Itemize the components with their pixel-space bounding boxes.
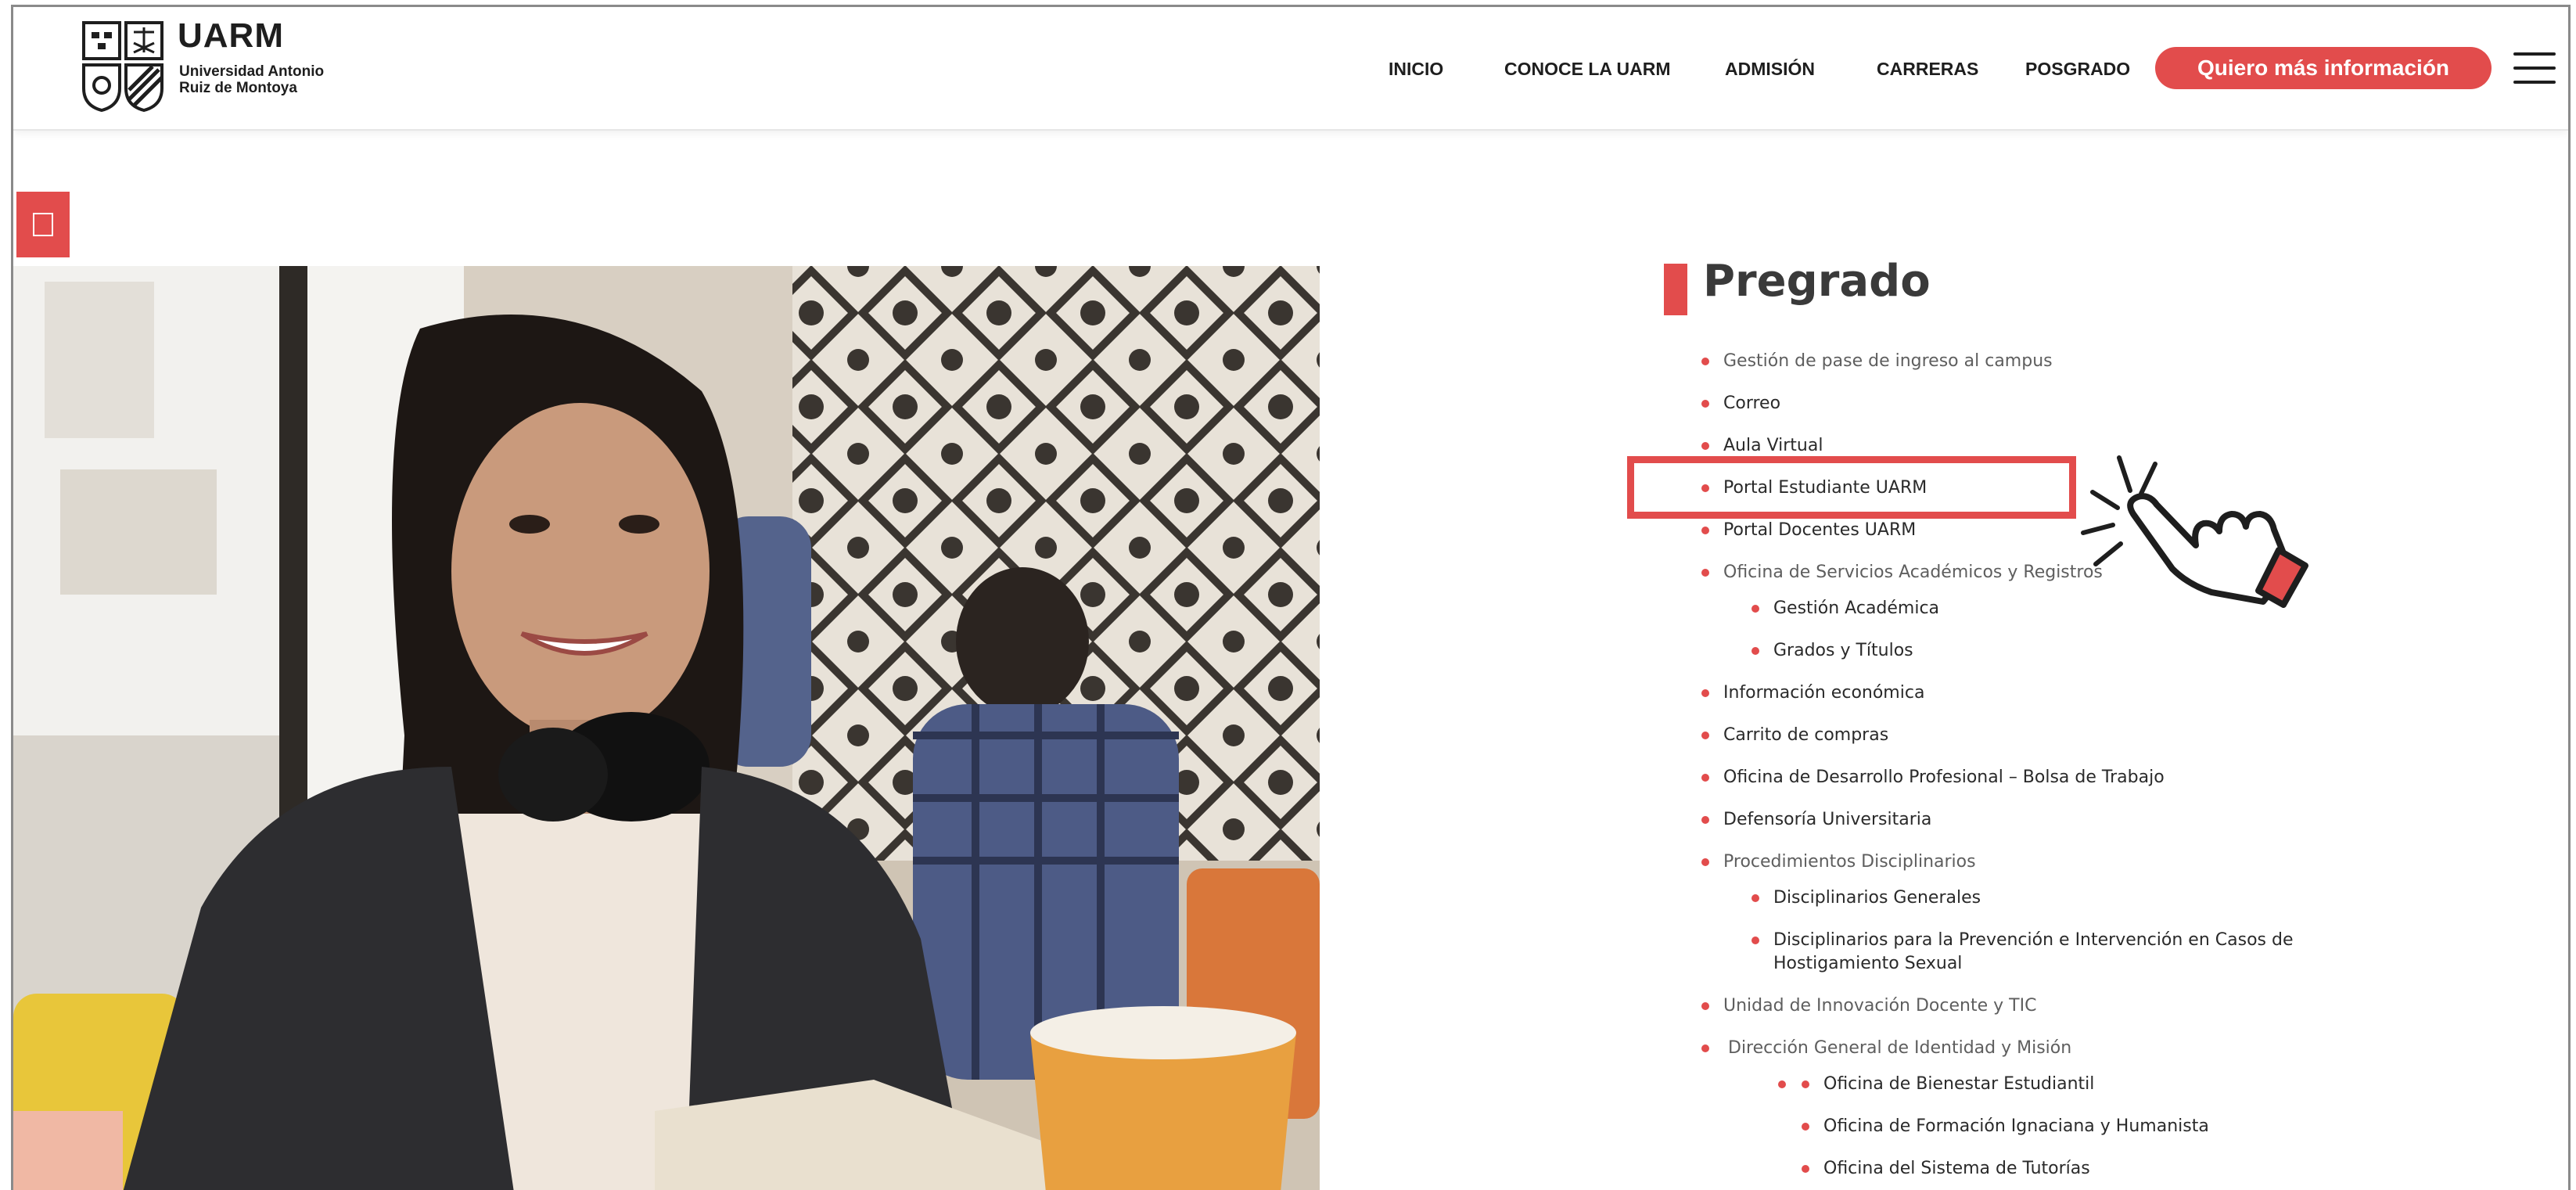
bullet-icon (1751, 894, 1759, 902)
bullet-icon (1701, 1044, 1709, 1052)
bullet-icon (1802, 1080, 1809, 1088)
bullet-icon (1701, 358, 1709, 365)
bullet-icon (1701, 400, 1709, 408)
bullet-icon (1701, 774, 1709, 782)
list-subitem[interactable]: Oficina de Bienestar Estudiantil (1802, 1074, 2094, 1094)
list-item[interactable]: Unidad de Innovación Docente y TIC (1701, 996, 2036, 1016)
list-item[interactable]: Oficina de Desarrollo Profesional – Bols… (1701, 768, 2165, 787)
bullet-icon (1778, 1080, 1786, 1088)
list-item[interactable]: Gestión de pase de ingreso al campus (1701, 351, 2053, 371)
list-item[interactable]: Portal Docentes UARM (1701, 520, 1916, 540)
bullet-icon (1751, 605, 1759, 613)
list-item[interactable]: Defensoría Universitaria (1701, 810, 1931, 829)
section-title-accent (1664, 264, 1687, 315)
bullet-icon (1701, 689, 1709, 697)
list-subitem[interactable]: Oficina del Sistema de Tutorías (1802, 1159, 2090, 1178)
info-request-button[interactable]: Quiero más información (2155, 47, 2492, 89)
accessibility-button[interactable] (16, 192, 70, 257)
list-subitem[interactable]: Disciplinarios Generales (1751, 888, 1981, 908)
student-photo-illustration (13, 266, 1320, 1190)
list-item[interactable]: Carrito de compras (1701, 725, 1888, 745)
bullet-icon (1701, 1002, 1709, 1010)
list-subitem[interactable]: Grados y Títulos (1751, 641, 1913, 660)
list-item[interactable]: Procedimientos Disciplinarios (1701, 852, 1976, 872)
bullet-icon (1701, 858, 1709, 866)
list-subitem[interactable]: Gestión Académica (1751, 599, 1939, 618)
section-title: Pregrado (1703, 256, 1931, 307)
list-subitem-continuation[interactable]: Hostigamiento Sexual (1773, 954, 1962, 973)
list-item[interactable]: Oficina de Servicios Académicos y Regist… (1701, 563, 2103, 582)
nav-carreras[interactable]: CARRERAS (1877, 59, 1978, 80)
bullet-icon (1701, 569, 1709, 577)
hamburger-menu-icon[interactable] (2513, 52, 2556, 84)
bullet-icon (1701, 527, 1709, 534)
bullet-icon (1751, 937, 1759, 944)
list-subitem[interactable]: Oficina de Formación Ignaciana y Humanis… (1802, 1116, 2209, 1136)
bullet-icon (1802, 1123, 1809, 1131)
list-subitem[interactable]: Disciplinarios para la Prevención e Inte… (1751, 930, 2294, 950)
bullet-icon (1802, 1165, 1809, 1173)
nav-conoce-la-uarm[interactable]: CONOCE LA UARM (1504, 59, 1671, 80)
nav-inicio[interactable]: INICIO (1389, 59, 1443, 80)
bullet-icon (1701, 732, 1709, 739)
list-item[interactable]: Correo (1701, 394, 1780, 413)
bullet-icon (1701, 442, 1709, 450)
bullet-icon (1701, 816, 1709, 824)
highlight-annotation-box (1627, 456, 2076, 519)
site-header: UARM Universidad Antonio Ruiz de Montoya… (13, 7, 2568, 131)
nav-posgrado[interactable]: POSGRADO (2025, 59, 2130, 80)
bullet-icon (1751, 647, 1759, 655)
list-item[interactable]: Dirección General de Identidad y Misión (1701, 1038, 2071, 1058)
pointing-hand-icon (2081, 455, 2308, 608)
square-icon (33, 213, 53, 236)
nav-admision[interactable]: ADMISIÓN (1725, 59, 1815, 80)
list-item[interactable]: Aula Virtual (1701, 436, 1823, 455)
browser-viewport: UARM Universidad Antonio Ruiz de Montoya… (11, 5, 2571, 1190)
list-item[interactable]: Información económica (1701, 683, 1924, 703)
student-photo (13, 266, 1320, 1190)
